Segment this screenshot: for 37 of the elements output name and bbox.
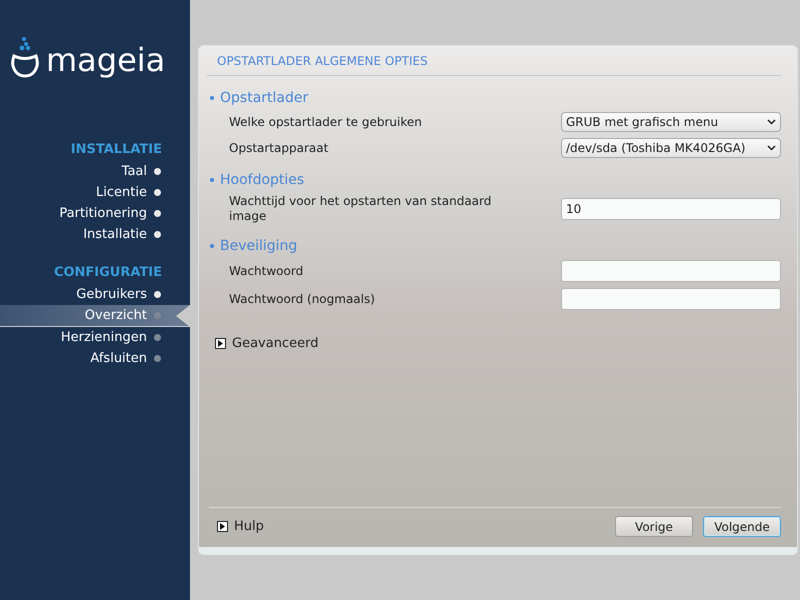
expand-arrow-icon <box>215 338 226 349</box>
chevron-down-icon <box>767 119 776 125</box>
step-label: Herzieningen <box>60 330 147 345</box>
field-label: Welke opstartlader te gebruiken <box>229 114 423 130</box>
group-title: Hoofdopties <box>220 172 304 188</box>
bullet-icon <box>210 244 214 248</box>
logo-text: mageia <box>46 42 166 78</box>
group-title: Opstartlader <box>220 90 308 106</box>
field-label: Wachtwoord <box>229 264 304 278</box>
dropdown[interactable]: /dev/sda (Toshiba MK4026GA) <box>561 138 781 158</box>
input-field[interactable] <box>561 260 781 282</box>
next-button[interactable]: Volgende <box>703 516 781 537</box>
step-label: Afsluiten <box>90 351 147 366</box>
back-button[interactable]: Vorige <box>615 516 693 537</box>
step-label: Taal <box>122 164 147 179</box>
expand-arrow-icon <box>217 521 228 532</box>
field-label: Opstartapparaat <box>229 140 330 156</box>
bullet-icon <box>210 96 214 100</box>
group-title: Beveiliging <box>220 238 298 254</box>
field-label: Wachttijd voor het opstarten van standaard image <box>229 194 492 224</box>
input-field[interactable] <box>561 288 781 310</box>
section-title: INSTALLATIE <box>70 142 163 157</box>
step-label: Installatie <box>83 227 147 242</box>
chevron-down-icon <box>767 145 776 151</box>
step-label: Partitionering <box>59 206 147 221</box>
section-title: CONFIGURATIE <box>52 265 163 280</box>
step-label: Overzicht <box>84 308 147 323</box>
help-expander[interactable]: Hulp <box>217 519 264 534</box>
step-label: Gebruikers <box>76 287 147 302</box>
input-field[interactable]: 10 <box>561 198 781 220</box>
dropdown[interactable]: GRUB met grafisch menu <box>561 112 781 132</box>
field-label: Wachtwoord (nogmaals) <box>229 292 376 306</box>
bullet-icon <box>210 178 214 182</box>
logo-icon <box>10 36 40 78</box>
panel-title: OPSTARTLADER ALGEMENE OPTIES <box>207 46 781 76</box>
advanced-expander[interactable]: Geavanceerd <box>215 336 318 351</box>
step-label: Licentie <box>96 185 147 200</box>
